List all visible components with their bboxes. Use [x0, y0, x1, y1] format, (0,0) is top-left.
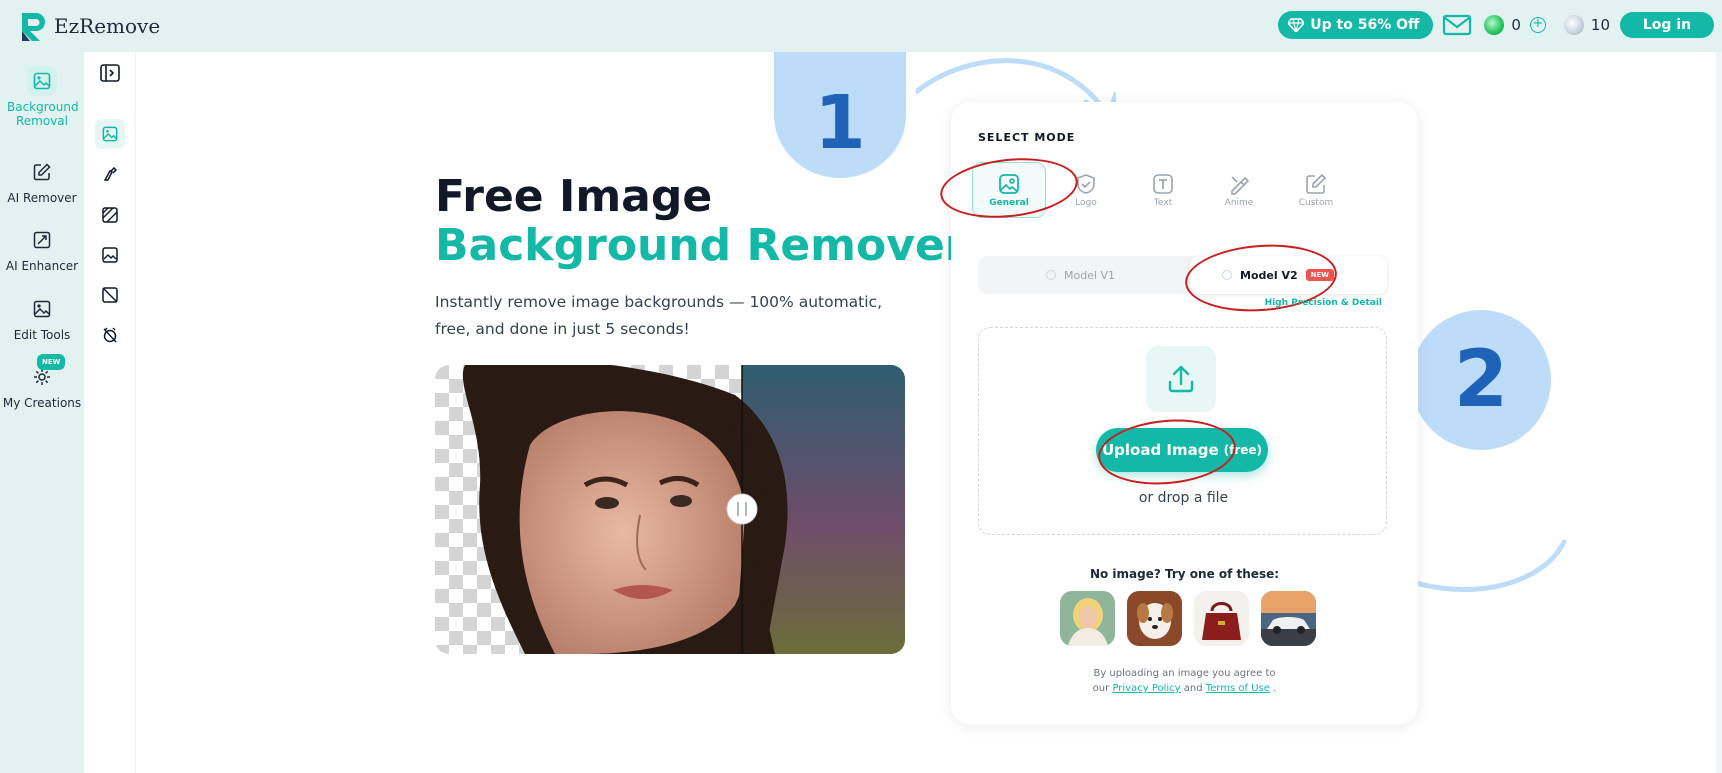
silver-coin-icon [1563, 15, 1584, 35]
sample-images [1060, 591, 1316, 646]
terms-prefix: By uploading an image you agree to [1093, 668, 1276, 679]
hero-title-line1: Free Image [435, 171, 713, 222]
add-credits-icon[interactable]: + [1529, 17, 1546, 33]
nav-label: Edit Tools [13, 328, 71, 342]
brand[interactable]: EzRemove [18, 9, 160, 43]
promo-label: Up to 56% Off [1310, 17, 1420, 33]
left-nav: Background Removal AI Remover AI Enhance… [0, 52, 84, 773]
nav-label: Background Removal [7, 100, 79, 128]
scrollbar[interactable] [1716, 52, 1722, 773]
mode-label: Logo [1075, 197, 1097, 208]
sample-handbag-thumbnail[interactable] [1194, 591, 1249, 646]
enhance-icon [27, 225, 57, 255]
model-v1-option[interactable]: Model V1 [1046, 256, 1115, 294]
mode-label: Custom [1298, 197, 1334, 208]
brand-logo-icon [22, 13, 45, 41]
sidebar-toggle-icon[interactable] [95, 58, 125, 88]
mode-anime[interactable]: Anime [1202, 162, 1276, 218]
tool-pattern-icon[interactable] [95, 200, 125, 230]
terms-and: and [1183, 683, 1203, 694]
radio-icon [1046, 270, 1056, 280]
tool-strip [84, 52, 136, 773]
drop-zone[interactable]: Upload Image (free) or drop a file [978, 327, 1387, 535]
nav-item-ai-enhancer[interactable]: AI Enhancer [0, 225, 84, 273]
nav-item-ai-remover[interactable]: AI Remover [0, 157, 84, 205]
image-icon [27, 66, 57, 96]
image-edit-icon [27, 294, 57, 324]
shield-icon [1077, 173, 1095, 194]
credits-secondary-value: 10 [1590, 16, 1610, 34]
new-badge: NEW [37, 354, 66, 370]
nav-label: My Creations [2, 396, 82, 410]
select-mode-label: SELECT MODE [978, 131, 1076, 144]
nav-item-my-creations[interactable]: NEW My Creations [0, 354, 84, 410]
sample-images-label: No image? Try one of these: [1089, 567, 1280, 581]
credits-secondary: 10 [1563, 15, 1610, 35]
diamond-icon [1288, 18, 1305, 32]
mode-label: Anime [1224, 197, 1254, 208]
before-after-image[interactable] [435, 365, 905, 654]
sample-puppy-thumbnail[interactable] [1127, 591, 1182, 646]
model-v1-label: Model V1 [1064, 268, 1116, 282]
credits-primary: 0 + [1484, 15, 1546, 35]
nav-label: AI Remover [7, 191, 77, 205]
mode-text[interactable]: Text [1126, 162, 1200, 218]
mail-icon[interactable] [1442, 13, 1472, 37]
step-1-marker: 1 [774, 52, 906, 178]
brand-name: EzRemove [54, 14, 161, 38]
terms-suffix: . [1273, 683, 1277, 694]
sample-woman-thumbnail[interactable] [1060, 591, 1115, 646]
mode-custom[interactable]: Custom [1279, 162, 1353, 218]
tool-crop-icon[interactable] [95, 280, 125, 310]
drop-file-text: or drop a file [1138, 490, 1229, 506]
brush-icon [1231, 175, 1250, 195]
login-button[interactable]: Log in [1620, 12, 1714, 38]
sample-car-thumbnail[interactable] [1261, 591, 1316, 646]
nav-item-background-removal[interactable]: Background Removal [0, 66, 84, 128]
text-icon [1153, 173, 1173, 194]
hero-subtitle: Instantly remove image backgrounds — 100… [435, 293, 883, 338]
main-content: Free Image Background Remover Instantly … [136, 52, 1722, 773]
tool-photo-icon[interactable] [95, 240, 125, 270]
nav-label: AI Enhancer [5, 259, 79, 273]
edit-icon [27, 157, 57, 187]
tool-image-icon[interactable] [95, 119, 125, 149]
red-annotation-ellipse-upload [1095, 414, 1239, 490]
mode-label: Text [1153, 197, 1173, 208]
terms-of-use-link[interactable]: Terms of Use [1206, 683, 1270, 694]
credits-primary-value: 0 [1511, 16, 1521, 34]
green-coin-icon [1484, 15, 1505, 35]
hero-title-line2: Background Remover [435, 220, 967, 271]
terms-our: our [1092, 683, 1110, 694]
step-2-marker: 2 [1411, 310, 1551, 450]
tool-disabled-icon[interactable] [95, 320, 125, 350]
upload-panel: SELECT MODE General Logo Text Anime Cust… [937, 102, 1418, 725]
privacy-policy-link[interactable]: Privacy Policy [1112, 683, 1180, 694]
terms-notice: By uploading an image you agree to our P… [951, 666, 1418, 696]
portrait-comparison-image [435, 365, 905, 654]
top-bar: EzRemove Up to 56% Off 0 + 10 Log in [0, 0, 1722, 52]
promo-button[interactable]: Up to 56% Off [1278, 11, 1434, 39]
precision-note: High Precision & Detail [1264, 298, 1382, 308]
edit-icon [1306, 173, 1327, 194]
tool-brush-icon[interactable] [95, 160, 125, 190]
upload-icon [1146, 346, 1216, 412]
nav-item-edit-tools[interactable]: Edit Tools [0, 294, 84, 342]
